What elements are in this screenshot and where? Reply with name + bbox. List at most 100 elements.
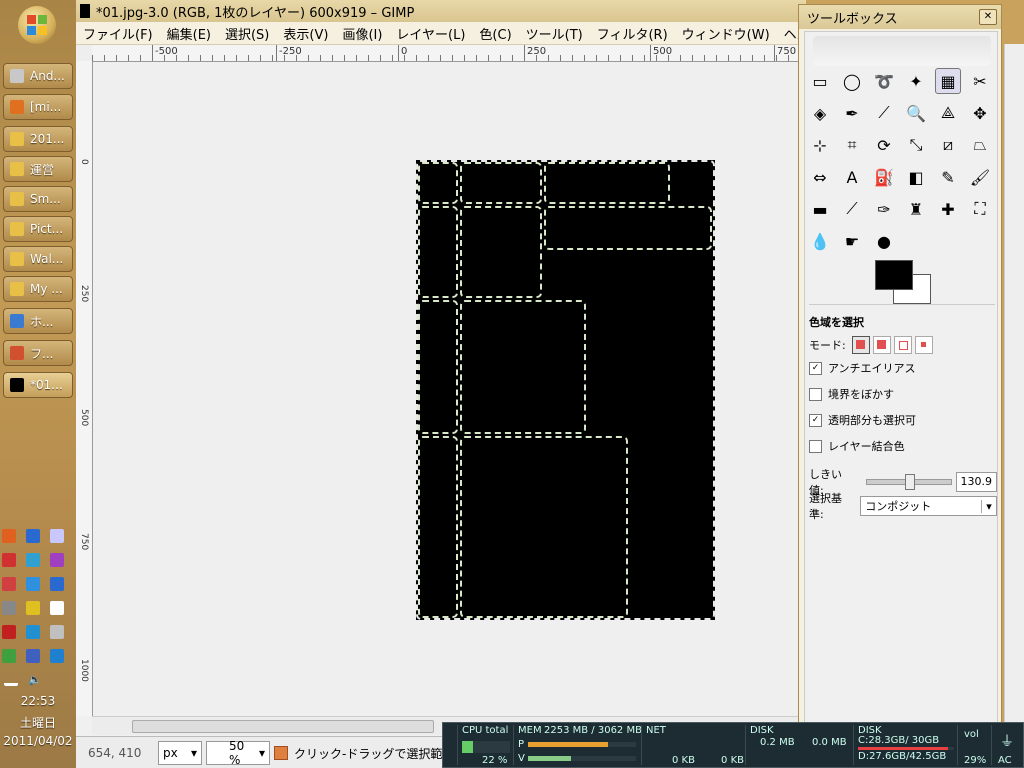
zoom-select[interactable]: 50 % ▾ — [206, 739, 270, 767]
taskbar-button[interactable]: [mi... — [3, 94, 73, 120]
rotate-icon[interactable]: ⟳ — [871, 132, 897, 158]
move-icon[interactable]: ✥ — [967, 100, 993, 126]
chart-icon[interactable] — [2, 553, 16, 567]
smudge-icon[interactable]: ☛ — [839, 228, 865, 254]
taskbar-button[interactable]: Wal... — [3, 246, 73, 272]
speaker-icon[interactable]: 🔈 — [28, 673, 42, 687]
menu-item[interactable]: レイヤー(L) — [389, 24, 472, 43]
ruler-corner-button[interactable] — [76, 45, 93, 62]
taskbar-button[interactable]: 201... — [3, 126, 73, 152]
rect-select-icon[interactable]: ▭ — [807, 68, 833, 94]
gift-icon[interactable] — [2, 577, 16, 591]
lightning-icon[interactable] — [26, 601, 40, 615]
taskbar-button[interactable]: My ... — [3, 276, 73, 302]
volume-monitor[interactable]: vol 29% — [957, 725, 992, 766]
menu-item[interactable]: 色(C) — [472, 24, 518, 43]
horizontal-ruler[interactable]: -500 -250 0 250 500 750 — [92, 45, 806, 62]
fuzzy-select-icon[interactable]: ✦ — [903, 68, 929, 94]
perspective-icon[interactable]: ⏢ — [967, 132, 993, 158]
close-icon[interactable]: ✕ — [979, 9, 997, 25]
free-select-icon[interactable]: ➰ — [871, 68, 897, 94]
taskbar-button[interactable]: フ... — [3, 340, 73, 366]
box-icon[interactable] — [26, 553, 40, 567]
zoom-icon[interactable]: 🔍 — [903, 100, 929, 126]
menu-item[interactable]: 画像(I) — [335, 24, 389, 43]
ellipse-select-icon[interactable]: ◯ — [839, 68, 865, 94]
threshold-slider[interactable] — [865, 474, 952, 490]
scissors-icon[interactable]: ✂ — [967, 68, 993, 94]
option-checkbox[interactable]: ✓ — [809, 361, 822, 375]
window-titlebar[interactable]: *01.jpg-3.0 (RGB, 1枚のレイヤー) 600x919 – GIM… — [76, 0, 806, 23]
shield-icon[interactable] — [26, 649, 40, 663]
paths-icon[interactable]: ✒ — [839, 100, 865, 126]
blend-icon[interactable]: ◧ — [903, 164, 929, 190]
scale-icon[interactable]: ⤡ — [903, 132, 929, 158]
taskbar-button[interactable]: *01... — [3, 372, 73, 398]
option-checkbox[interactable]: ✓ — [809, 413, 822, 427]
mode-intersect-button[interactable] — [914, 336, 933, 354]
mode-add-button[interactable] — [872, 336, 891, 354]
menu-item[interactable]: 編集(E) — [160, 24, 218, 43]
align-icon[interactable]: ⊹ — [807, 132, 833, 158]
window-icon[interactable] — [50, 529, 64, 543]
bluetooth-icon[interactable] — [26, 529, 40, 543]
network-signal-icon[interactable] — [4, 675, 18, 686]
menu-item[interactable]: ファイル(F) — [76, 24, 160, 43]
taskbar-button[interactable]: 運営 — [3, 156, 73, 182]
taskbar-button[interactable]: ホ... — [3, 308, 73, 334]
start-button[interactable] — [18, 6, 56, 44]
blur-icon[interactable]: 💧 — [807, 228, 833, 254]
criterion-select[interactable]: コンポジット ▾ — [860, 496, 997, 516]
vertical-scrollbar[interactable] — [1004, 44, 1024, 744]
mode-replace-button[interactable] — [851, 336, 870, 354]
color-picker-icon[interactable]: ⟋ — [871, 100, 897, 126]
block-icon[interactable] — [2, 625, 16, 639]
menu-item[interactable]: フィルタ(R) — [590, 24, 675, 43]
flip-icon[interactable]: ⇔ — [807, 164, 833, 190]
unit-select[interactable]: px ▾ — [158, 741, 202, 765]
bucket-fill-icon[interactable]: ⛽ — [871, 164, 897, 190]
foreground-color[interactable] — [875, 260, 913, 290]
slider-handle[interactable] — [904, 474, 915, 490]
menu-item[interactable]: 選択(S) — [218, 24, 276, 43]
crop-icon[interactable]: ⌗ — [839, 132, 865, 158]
taskbar-button[interactable]: Pict... — [3, 216, 73, 242]
taskbar-button[interactable]: Sm... — [3, 186, 73, 212]
foreground-select-icon[interactable]: ◈ — [807, 100, 833, 126]
threshold-spinbox[interactable]: 130.9 — [955, 472, 997, 492]
image-canvas[interactable] — [416, 160, 715, 620]
mail-icon[interactable] — [50, 625, 64, 639]
airbrush-icon[interactable]: ⟋ — [839, 196, 865, 222]
option-checkbox[interactable] — [809, 387, 822, 401]
tool-icon[interactable] — [26, 625, 40, 639]
dodge-burn-icon[interactable]: ● — [871, 228, 897, 254]
canvas-area[interactable] — [93, 62, 806, 716]
app-icon[interactable] — [2, 529, 16, 543]
paintbrush-icon[interactable]: 🖌 — [967, 164, 993, 190]
globe-icon[interactable] — [2, 649, 16, 663]
pencil-icon[interactable]: ✎ — [935, 164, 961, 190]
clone-icon[interactable]: ♜ — [903, 196, 929, 222]
color-select-icon[interactable]: ▦ — [935, 68, 961, 94]
scrollbar-thumb[interactable] — [132, 720, 434, 733]
text-icon[interactable]: A — [839, 164, 865, 190]
menu-item[interactable]: ウィンドウ(W) — [675, 24, 777, 43]
shear-icon[interactable]: ⧄ — [935, 132, 961, 158]
clock-time[interactable]: 22:53 — [0, 694, 76, 708]
calendar-icon[interactable] — [50, 577, 64, 591]
measure-icon[interactable]: ⟁ — [935, 100, 961, 126]
mode-subtract-button[interactable] — [893, 336, 912, 354]
display-icon[interactable] — [2, 601, 16, 615]
toolbox-titlebar[interactable]: ツールボックス ✕ — [799, 5, 1001, 29]
eraser-icon[interactable]: ▬ — [807, 196, 833, 222]
paw-icon[interactable] — [50, 649, 64, 663]
taskbar-button[interactable]: And... — [3, 63, 73, 89]
pinwheel-icon[interactable] — [50, 553, 64, 567]
heal-icon[interactable]: ✚ — [935, 196, 961, 222]
clipboard-icon[interactable] — [50, 601, 64, 615]
ink-icon[interactable]: ✑ — [871, 196, 897, 222]
vertical-ruler[interactable]: 0 250 500 750 1000 — [76, 61, 93, 716]
refresh-icon[interactable] — [26, 577, 40, 591]
perspective-clone-icon[interactable]: ⛶ — [967, 196, 993, 222]
option-checkbox[interactable] — [809, 439, 822, 453]
